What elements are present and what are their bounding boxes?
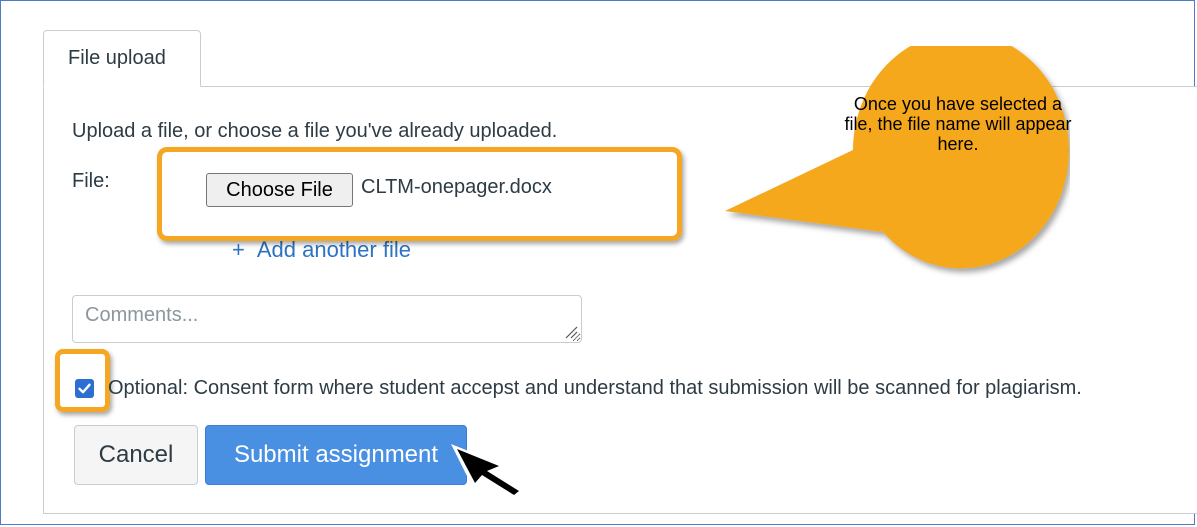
cancel-button[interactable]: Cancel <box>74 425 198 485</box>
arrow-cursor-icon <box>451 444 526 500</box>
callout-text: Once you have selected a file, the file … <box>844 94 1072 154</box>
checkmark-icon <box>78 383 91 394</box>
comments-input[interactable] <box>72 295 582 343</box>
tab-file-upload[interactable]: File upload <box>43 30 201 87</box>
tab-label: File upload <box>68 47 166 69</box>
consent-checkbox[interactable] <box>75 379 94 398</box>
submit-assignment-button[interactable]: Submit assignment <box>205 425 467 485</box>
consent-label: Optional: Consent form where student acc… <box>108 377 1082 399</box>
file-label: File: <box>72 170 110 192</box>
callout-bubble <box>725 46 1069 269</box>
upload-instructions: Upload a file, or choose a file you've a… <box>72 120 558 142</box>
file-highlight-box <box>157 147 682 241</box>
